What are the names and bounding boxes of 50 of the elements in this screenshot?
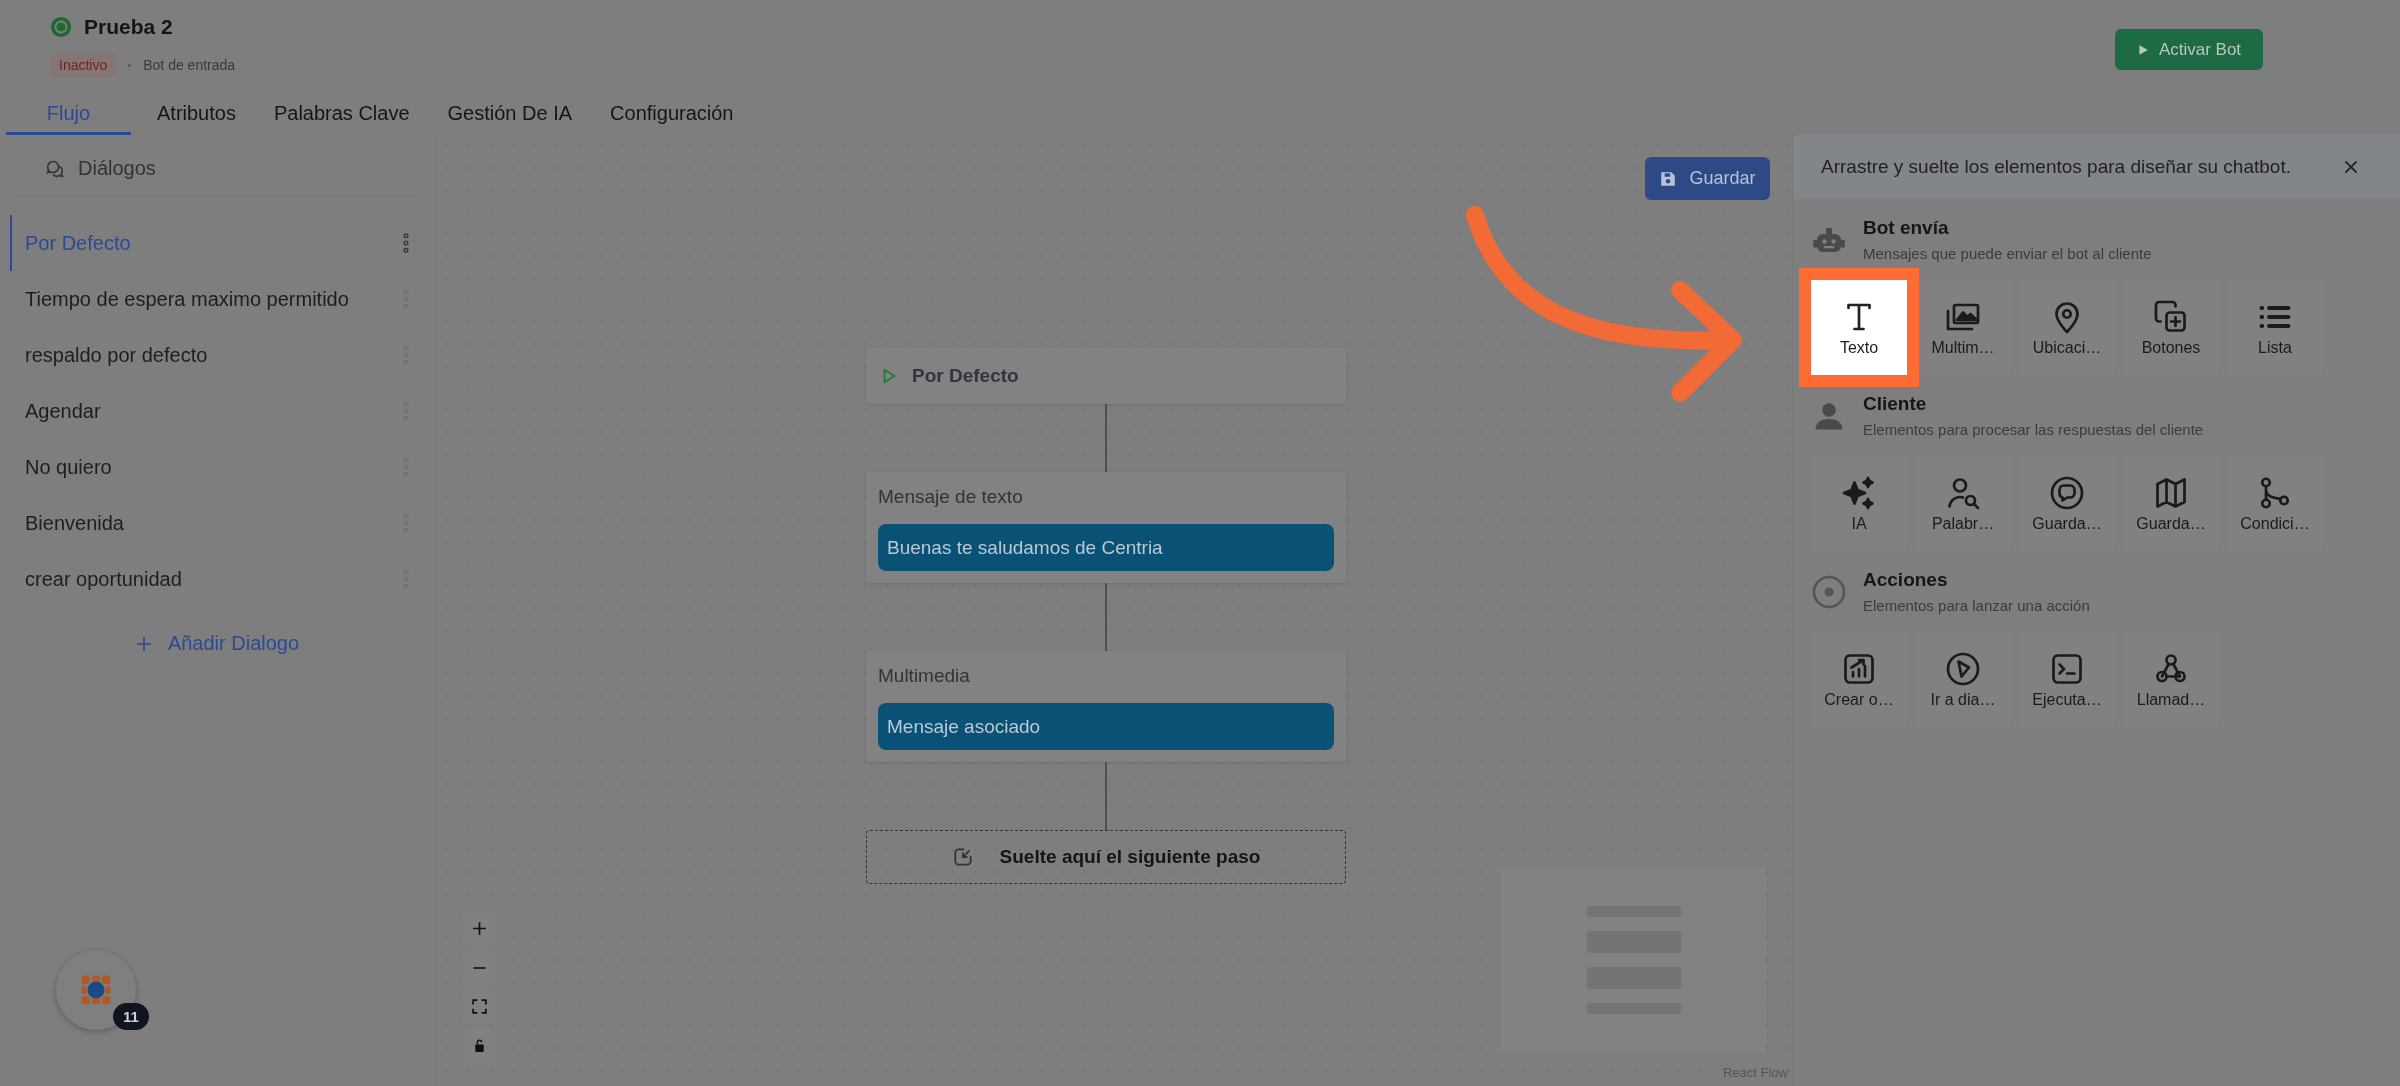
section-title: Bot envía: [1863, 217, 1950, 239]
activate-bot-button[interactable]: Activar Bot: [2115, 29, 2263, 70]
node-title: Mensaje de texto: [878, 486, 1024, 508]
play-circle-icon: [1945, 650, 1981, 687]
dialog-item[interactable]: respaldo por defecto: [10, 327, 425, 383]
chat-bubble-icon: [2049, 474, 2085, 511]
fullscreen-icon: [471, 998, 488, 1015]
section-title: Cliente: [1863, 393, 1928, 415]
dialog-item[interactable]: Tiempo de espera maximo permitido: [10, 271, 425, 327]
dialog-item[interactable]: crear oportunidad: [10, 551, 425, 607]
node-title: Multimedia: [878, 665, 971, 687]
plus-icon: [471, 920, 488, 937]
message-node[interactable]: Mensaje de texto Buenas te saludamos de Centria: [866, 472, 1346, 583]
more-icon[interactable]: [403, 233, 409, 253]
tab[interactable]: Atributos: [145, 100, 248, 135]
minus-icon: [471, 966, 488, 969]
save-button[interactable]: Guardar: [1645, 157, 1770, 200]
connector-line: [1105, 583, 1107, 651]
tab[interactable]: Gestión De IA: [435, 100, 585, 135]
plus-icon: [135, 635, 152, 652]
sidebar-title: Diálogos: [78, 157, 156, 180]
copy-plus-icon: [2153, 298, 2189, 335]
section-subtitle: Elementos para lanzar una acción: [1863, 597, 2090, 614]
target-icon: [1811, 573, 1847, 610]
close-icon[interactable]: [2342, 158, 2360, 176]
connector-line: [1105, 404, 1107, 472]
node-title: Por Defecto: [912, 365, 1019, 387]
play-icon: [2136, 43, 2149, 56]
dialog-item[interactable]: No quiero: [10, 439, 425, 495]
section-subtitle: Mensajes que puede enviar el bot al cliente: [1863, 245, 2152, 262]
bot-name: Prueba 2: [84, 15, 173, 39]
drop-icon: [951, 846, 974, 868]
tab[interactable]: Palabras Clave: [261, 100, 422, 135]
dialog-item[interactable]: Agendar: [10, 383, 425, 439]
message-bubble: Mensaje asociado: [878, 703, 1334, 750]
drop-label: Suelte aquí el siguiente paso: [999, 846, 1261, 868]
section-subtitle: Elementos para procesar las respuestas del cliente: [1863, 421, 2204, 438]
start-node[interactable]: Por Defecto: [866, 348, 1346, 404]
bot-type: Bot de entrada: [143, 57, 236, 73]
palette-hint: Arrastre y suelte los elementos para diseñar su chatbot.: [1821, 156, 2291, 178]
tab[interactable]: Configuración: [598, 100, 746, 135]
dialog-item[interactable]: Bienvenida: [10, 495, 425, 551]
chat-app-icon: [50, 16, 72, 38]
sparkles-icon: [1841, 474, 1877, 511]
logo-icon: [79, 973, 113, 1007]
message-node[interactable]: Multimedia Mensaje asociado: [866, 651, 1346, 762]
status-badge: Inactivo: [50, 53, 117, 77]
section-title: Acciones: [1863, 569, 1949, 591]
connector-line: [1105, 762, 1107, 830]
message-bubble: Buenas te saludamos de Centria: [878, 524, 1334, 571]
